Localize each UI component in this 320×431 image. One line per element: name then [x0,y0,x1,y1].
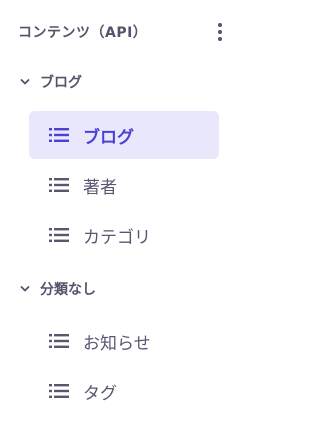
list-icon [49,384,69,398]
group-header-uncategorized[interactable]: 分類なし [20,278,96,300]
nav-item-news[interactable]: お知らせ [29,317,219,365]
nav-item-label: お知らせ [83,333,151,354]
content-api-header: コンテンツ（API） [18,20,228,44]
group-label: 分類なし [40,282,96,298]
more-vertical-icon[interactable] [212,20,228,44]
nav-item-authors[interactable]: 著者 [29,161,219,209]
nav-item-category[interactable]: カテゴリ [29,211,219,259]
nav-item-label: ブログ [83,127,134,148]
group-label: ブログ [40,75,82,91]
nav-item-label: 著者 [83,177,117,198]
nav-item-label: タグ [83,383,117,404]
list-icon [49,178,69,192]
chevron-down-icon [20,286,30,292]
nav-item-tags[interactable]: タグ [29,367,219,415]
chevron-down-icon [20,79,30,85]
list-icon [49,334,69,348]
content-sidebar: コンテンツ（API） ブログ ブログ 著者 カテゴリ 分類なし お知らせ タグ [0,0,245,431]
list-icon [49,228,69,242]
section-title: コンテンツ（API） [18,25,148,41]
list-icon [49,128,69,142]
nav-item-blog[interactable]: ブログ [29,111,219,159]
group-header-blog[interactable]: ブログ [20,71,82,93]
nav-item-label: カテゴリ [83,227,151,248]
